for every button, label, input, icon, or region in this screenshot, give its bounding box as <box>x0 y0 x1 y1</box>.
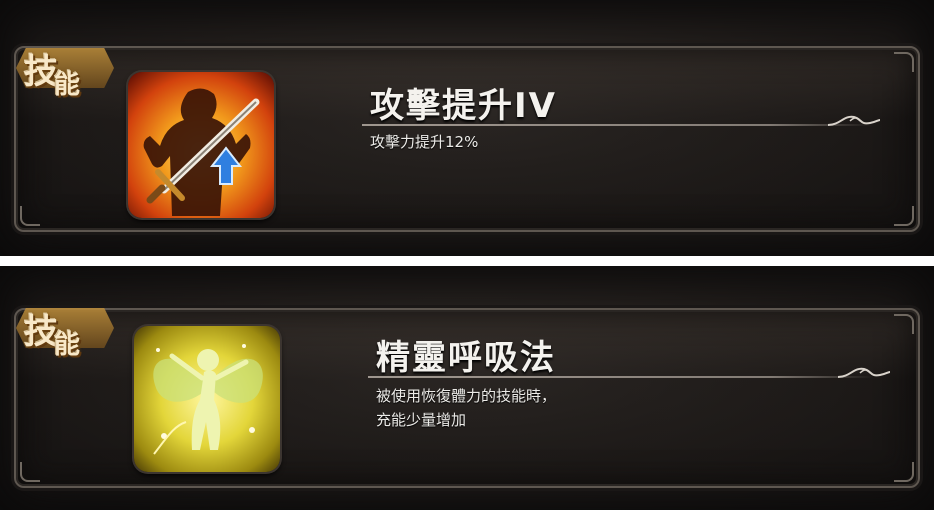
fairy-spirit-icon <box>134 326 280 472</box>
panel-separator <box>0 256 934 266</box>
badge-main-char: 技 <box>24 312 58 352</box>
badge-label: 技能 <box>24 44 80 100</box>
frame-corner <box>894 206 914 226</box>
badge-main-char: 技 <box>24 52 58 92</box>
skill-title: 精靈呼吸法 <box>376 338 556 378</box>
badge-sub-char: 能 <box>54 70 80 100</box>
skill-badge: 技能 <box>6 40 124 100</box>
frame-corner <box>894 462 914 482</box>
skill-description: 攻擊力提升12% <box>370 130 478 154</box>
frame-corner <box>20 206 40 226</box>
skill-screen: 技能 攻擊提升IV 攻擊力提升12% 技能 精靈呼吸法 被使用恢復體力的技能時，… <box>0 0 934 510</box>
skill-panel[interactable]: 技能 <box>0 0 934 256</box>
badge-sub-char: 能 <box>54 330 80 360</box>
description-line: 被使用恢復體力的技能時， <box>376 387 557 405</box>
skill-title: 攻擊提升IV <box>370 86 557 126</box>
flourish-ornament <box>837 367 891 378</box>
skill-badge: 技能 <box>6 300 124 360</box>
title-divider <box>362 124 872 126</box>
description-line: 充能少量增加 <box>376 411 467 429</box>
skill-panel[interactable]: 技能 <box>0 266 934 510</box>
frame-corner <box>20 462 40 482</box>
attack-boost-icon <box>128 72 274 218</box>
flourish-ornament <box>827 115 881 126</box>
frame-corner <box>894 52 914 72</box>
title-divider <box>368 376 873 378</box>
skill-description: 被使用恢復體力的技能時， 充能少量增加 <box>376 384 556 432</box>
description-line: 攻擊力提升12% <box>370 133 479 151</box>
frame-corner <box>894 314 914 334</box>
badge-label: 技能 <box>24 304 80 360</box>
